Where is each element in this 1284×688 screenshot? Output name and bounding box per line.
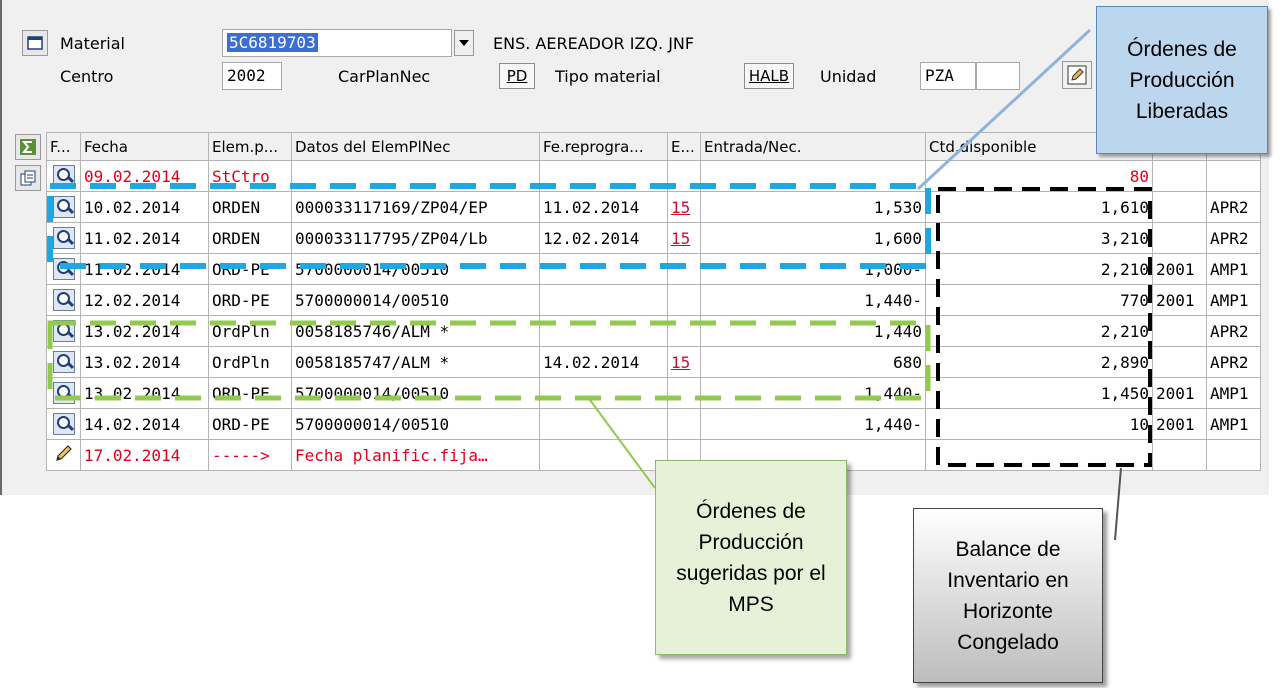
balance-dashed-box (936, 187, 1152, 467)
balance-connector (1114, 467, 1122, 541)
callout-liberadas: Órdenes de Producción Liberadas (1096, 6, 1268, 154)
callout-sugeridas: Órdenes de Producción sugeridas por el M… (655, 460, 847, 655)
sugeridas-connector (589, 399, 656, 489)
sugeridas-dashed-box (47, 320, 931, 401)
liberadas-dashed-box (47, 183, 931, 269)
callout-balance: Balance de Inventario en Horizonte Conge… (913, 508, 1103, 683)
liberadas-connector (916, 28, 1092, 191)
